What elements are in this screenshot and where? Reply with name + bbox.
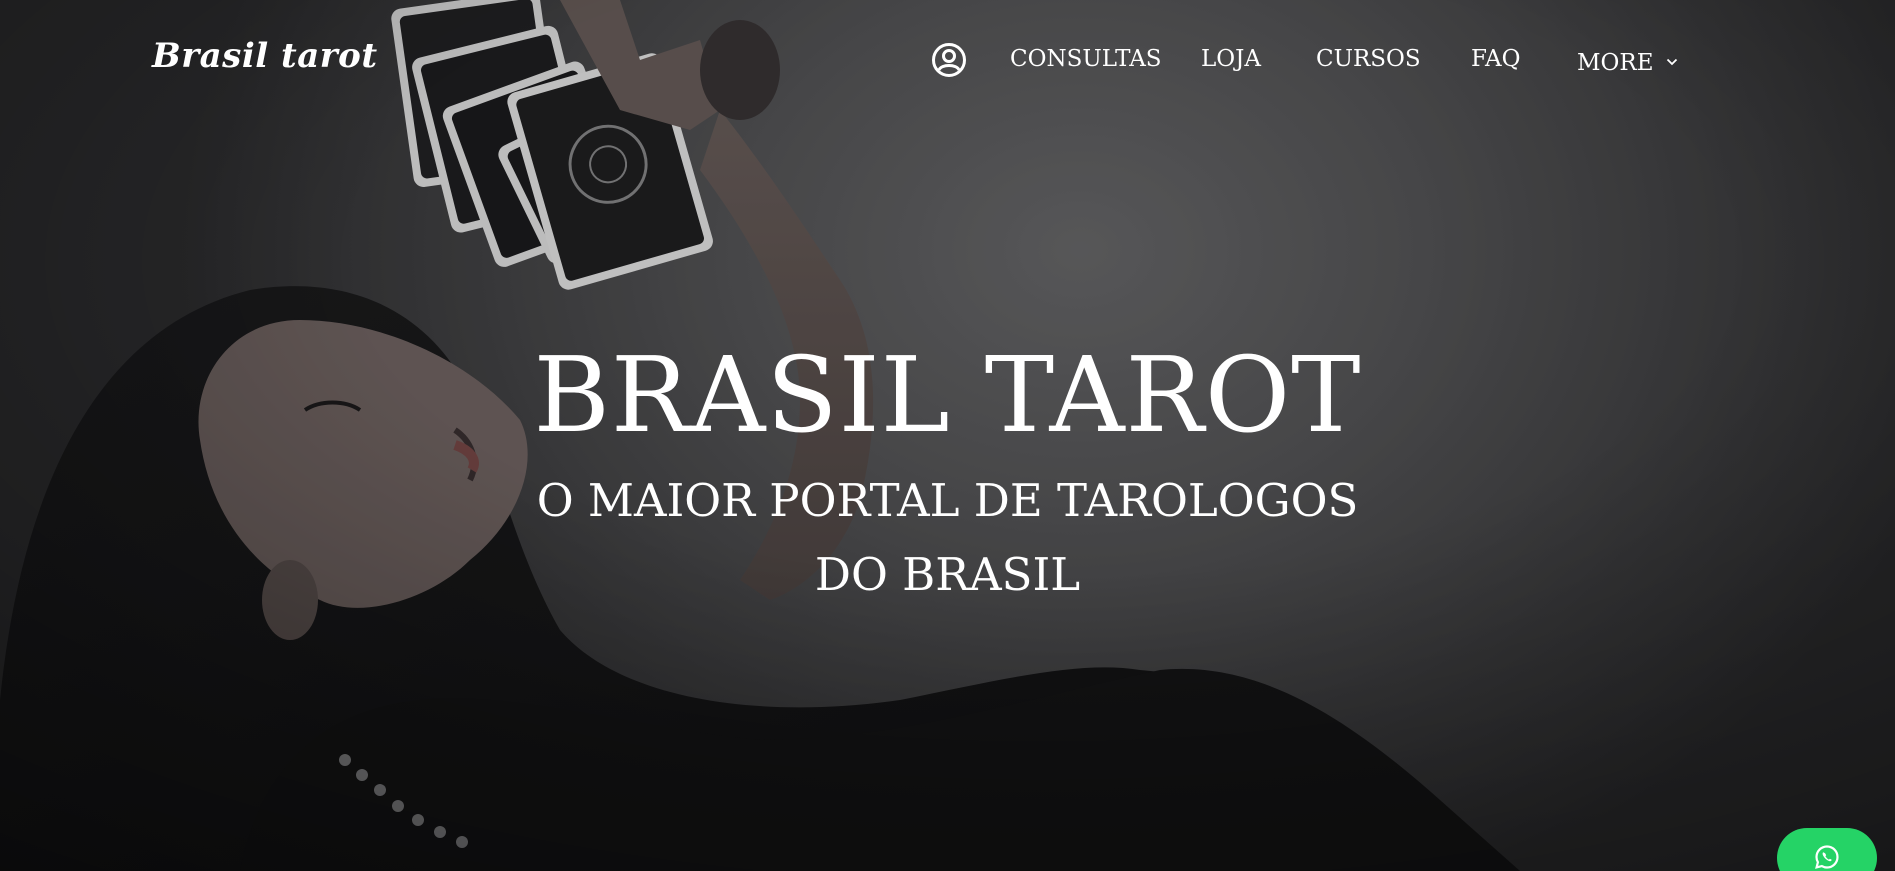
user-circle-icon[interactable]: [931, 42, 967, 78]
chevron-down-icon: [1666, 46, 1678, 72]
hero-section: Brasil tarot CONSULTAS LOJA CURSOS FAQ M…: [0, 0, 1895, 871]
nav-item-loja[interactable]: LOJA: [1201, 46, 1261, 72]
nav-item-faq[interactable]: FAQ: [1471, 46, 1520, 72]
nav-more-dropdown[interactable]: MORE: [1577, 46, 1678, 76]
hero-content: BRASIL TAROT O MAIOR PORTAL DE TAROLOGOS…: [0, 330, 1895, 612]
hero-title: BRASIL TAROT: [533, 334, 1362, 456]
hero-subtitle: O MAIOR PORTAL DE TAROLOGOS DO BRASIL: [536, 474, 1359, 601]
whatsapp-button[interactable]: [1777, 828, 1877, 871]
nav-item-cursos[interactable]: CURSOS: [1316, 46, 1421, 72]
nav-item-consultas[interactable]: CONSULTAS: [1010, 46, 1162, 72]
nav-more-label: MORE: [1577, 50, 1654, 76]
whatsapp-icon: [1814, 844, 1840, 871]
top-navbar: Brasil tarot CONSULTAS LOJA CURSOS FAQ M…: [0, 0, 1895, 120]
site-logo[interactable]: Brasil tarot: [152, 36, 378, 76]
